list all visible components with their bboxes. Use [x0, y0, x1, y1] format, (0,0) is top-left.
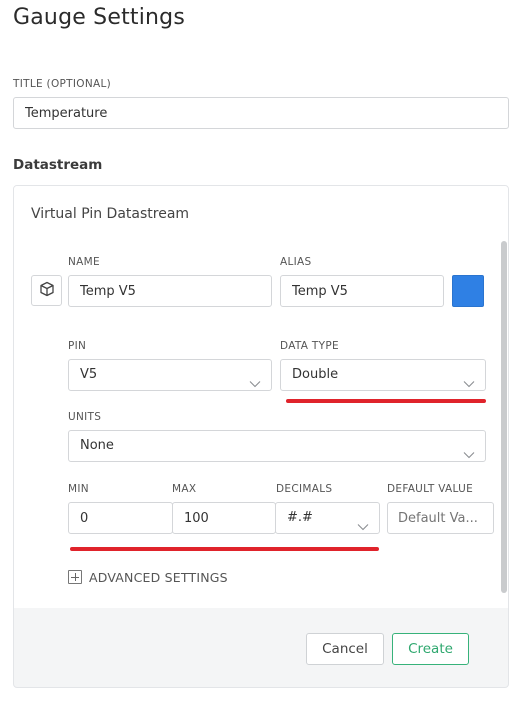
chevron-down-icon [463, 441, 475, 459]
chevron-down-icon [463, 370, 475, 388]
color-picker-swatch[interactable] [452, 275, 484, 307]
data-type-select[interactable]: Double [280, 359, 486, 391]
chevron-down-icon [357, 513, 369, 531]
advanced-settings-label: ADVANCED SETTINGS [89, 569, 228, 585]
units-select[interactable]: None [68, 430, 486, 462]
datastream-card-title: Virtual Pin Datastream [31, 206, 190, 222]
units-select-value: None [80, 438, 114, 453]
default-value-field-label: DEFAULT VALUE [387, 483, 474, 495]
page-title: Gauge Settings [13, 5, 186, 30]
create-button[interactable]: Create [392, 633, 469, 665]
name-input[interactable] [68, 275, 272, 307]
alias-field-label: ALIAS [280, 256, 312, 268]
alias-input[interactable] [280, 275, 444, 307]
decimals-select[interactable]: #.# [275, 502, 380, 534]
units-field-label: UNITS [68, 411, 102, 423]
pin-select-value: V5 [80, 367, 98, 382]
data-type-select-value: Double [292, 367, 339, 382]
data-type-field-label: DATA TYPE [280, 340, 339, 352]
min-input[interactable] [68, 502, 173, 534]
cube-icon [39, 281, 55, 301]
title-field-label: TITLE (OPTIONAL) [13, 78, 111, 90]
datastream-card-body: Virtual Pin Datastream NAME ALIAS PIN [14, 186, 508, 608]
plus-square-icon [68, 570, 82, 584]
advanced-settings-toggle[interactable]: ADVANCED SETTINGS [68, 569, 228, 585]
scrollbar-thumb[interactable] [501, 241, 507, 593]
annotation-underline-range [70, 547, 379, 551]
decimals-select-value: #.# [287, 510, 313, 525]
title-input[interactable] [13, 97, 509, 129]
annotation-underline-data-type [286, 399, 486, 403]
max-input[interactable] [172, 502, 276, 534]
chevron-down-icon [249, 370, 261, 388]
default-value-input[interactable] [387, 502, 494, 534]
pin-select[interactable]: V5 [68, 359, 272, 391]
cancel-button[interactable]: Cancel [306, 633, 384, 665]
decimals-field-label: DECIMALS [276, 483, 333, 495]
datastream-section-title: Datastream [13, 157, 103, 173]
name-field-label: NAME [68, 256, 100, 268]
datastream-card: Virtual Pin Datastream NAME ALIAS PIN [13, 185, 509, 688]
datastream-icon-button[interactable] [31, 275, 62, 306]
pin-field-label: PIN [68, 340, 87, 352]
max-field-label: MAX [172, 483, 197, 495]
min-field-label: MIN [68, 483, 89, 495]
